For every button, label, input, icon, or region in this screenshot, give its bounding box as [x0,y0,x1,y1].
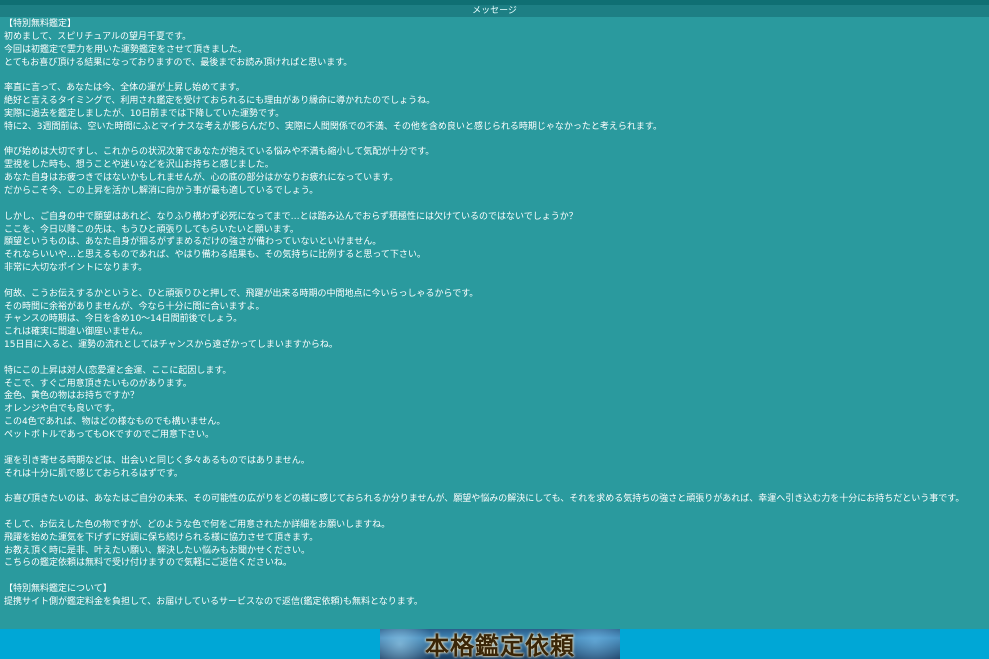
message-line: これは確実に間違い御座いません。 [4,327,148,338]
message-line: 15日目に入ると、運勢の流れとしてはチャンスから遠ざかってしまいますからね。 [4,340,338,351]
message-line: 今回は初鑑定で霊力を用いた運勢鑑定をさせて頂きました。 [4,44,248,55]
message-line: 非常に大切なポイントになります。 [4,263,148,274]
request-reading-banner-button[interactable]: 本格鑑定依頼 [380,629,620,659]
message-line: 【特別無料鑑定】 [4,19,77,29]
message-line: その時間に余裕がありませんが、今なら十分に間に合いますよ。 [4,301,265,312]
message-line: 伸び始めは大切ですし、これからの状況次第であなたが抱えている悩みや不満も縮小して… [4,147,435,158]
message-line: 【特別無料鑑定について】 [4,584,112,595]
message-line: そして、お伝えした色の物ですが、どのような色で何をご用意されたか詳細をお願いしま… [4,519,391,530]
message-line [4,134,985,147]
message-line: 実際に過去を鑑定しましたが、10日前までは下降していた運勢です。 [4,108,285,119]
message-line: 提携サイト側が鑑定料金を負担して、お届けしているサービスなので返信(鑑定依頼)も… [4,596,423,607]
message-line: それは十分に肌で感じておられるはずです。 [4,468,183,479]
message-line [4,442,985,455]
message-body: 【特別無料鑑定】初めまして、スピリチュアルの望月千夏です。今回は初鑑定で霊力を用… [4,18,985,609]
message-line: 絶好と言えるタイミングで、利用され鑑定を受けておられるにも理由があり縁命に導かれ… [4,96,436,107]
message-line: 願望というものは、あなた自身が掴るがずまめるだけの強さが備わっていないといけませ… [4,237,382,248]
message-line: この4色であれば、物はどの様なものでも構いません。 [4,417,226,428]
message-line: だからこそ今、この上昇を活かし解消に向かう事が最も適しているでしょう。 [4,185,319,196]
message-line: オレンジや白でも良いです。 [4,404,120,415]
message-line: あなた自身はお疲つきではないかもしれませんが、心の底の部分はかなりお疲れになって… [4,173,399,184]
window-title: メッセージ [0,5,989,17]
message-line: 飛躍を始めた運気を下げずに好調に保ち続けられる様に協力させて頂きます。 [4,532,319,543]
message-line: 特にこの上昇は対人(恋愛運と金運、ここに起因します。 [4,365,232,376]
message-line: こちらの鑑定依頼は無料で受け付けますので気軽にご返信くださいね。 [4,558,292,569]
message-line: ここを、今日以降この先は、もうひと頑張りしてもらいたいと願います。 [4,224,299,235]
message-line: 霊視をした時も、想うことや迷いなどを沢山お持ちと感じました。 [4,160,274,171]
message-line: そこで、すぐご用意頂きたいものがあります。 [4,378,192,389]
message-line: お喜び頂きたいのは、あなたはご自分の未来、その可能性の広がりをどの様に感じておら… [4,494,965,505]
message-line [4,506,985,519]
message-line: しかし、ご自身の中で願望はあれど、なりふり構わず必死になってまで…とは踏み込んで… [4,211,578,222]
message-line: 初めまして、スピリチュアルの望月千夏です。 [4,31,192,42]
message-line [4,69,985,82]
message-line: とてもお喜び頂ける結果になっておりますので、最後までお読み頂ければと思います。 [4,57,353,68]
message-line [4,275,985,288]
message-line: それならいいや…と思えるものであれば、やはり備わる結果も、その気持ちに比例すると… [4,250,426,261]
message-line [4,198,985,211]
message-line [4,480,985,493]
message-line: 特に2、3週間前は、空いた時間にふとマイナスな考えが膨らんだり、実際に人間関係で… [4,121,663,132]
banner-label: 本格鑑定依頼 [425,631,575,659]
message-line [4,352,985,365]
message-line: お教え頂く時に是非、叶えたい願い、解決したい悩みもお聞かせください。 [4,545,311,556]
message-line: 率直に言って、あなたは今、全体の運が上昇し始めてます。 [4,83,245,94]
message-line: 金色、黄色の物はお持ちですか？ [4,391,140,402]
message-line: 運を引き寄せる時期などは、出会いと同じく多々あるものではありません。 [4,455,310,466]
message-line: チャンスの時期は、今日を含め10〜14日間前後でしょう。 [4,314,243,325]
message-line: ペットボトルであってもOKですのでご用意下さい。 [4,430,214,440]
message-line [4,570,985,583]
message-line: 何故、こうお伝えするかというと、ひと頑張りひと押しで、飛躍が出来る時期の中間地点… [4,288,479,299]
